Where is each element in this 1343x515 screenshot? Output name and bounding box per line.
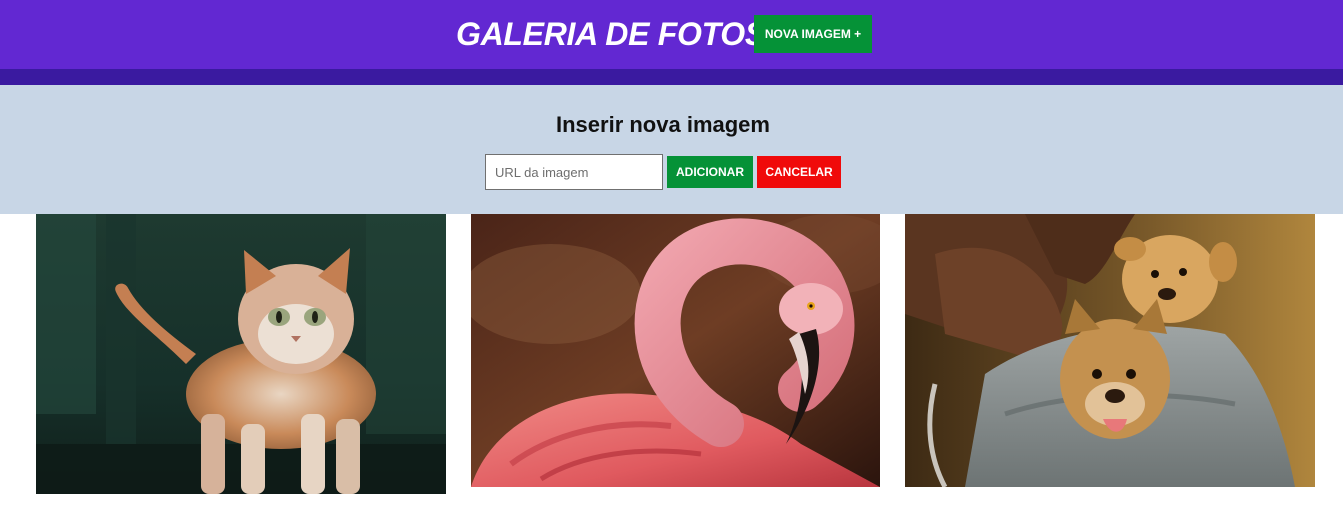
gallery-image-flamingo[interactable] — [471, 214, 880, 487]
new-image-form — [0, 85, 1343, 214]
gallery-image-puppies[interactable] — [905, 214, 1315, 487]
gallery-image-cat[interactable] — [36, 214, 446, 494]
add-button[interactable]: ADICIONAR — [667, 156, 753, 188]
form-title: Inserir nova imagem — [556, 112, 770, 137]
header-band — [0, 69, 1343, 85]
image-url-input[interactable] — [485, 154, 663, 190]
new-image-button[interactable]: NOVA IMAGEM + — [754, 15, 872, 53]
app-title: GALERIA DE FOTOS — [456, 16, 766, 52]
cancel-button[interactable]: CANCELAR — [757, 156, 841, 188]
